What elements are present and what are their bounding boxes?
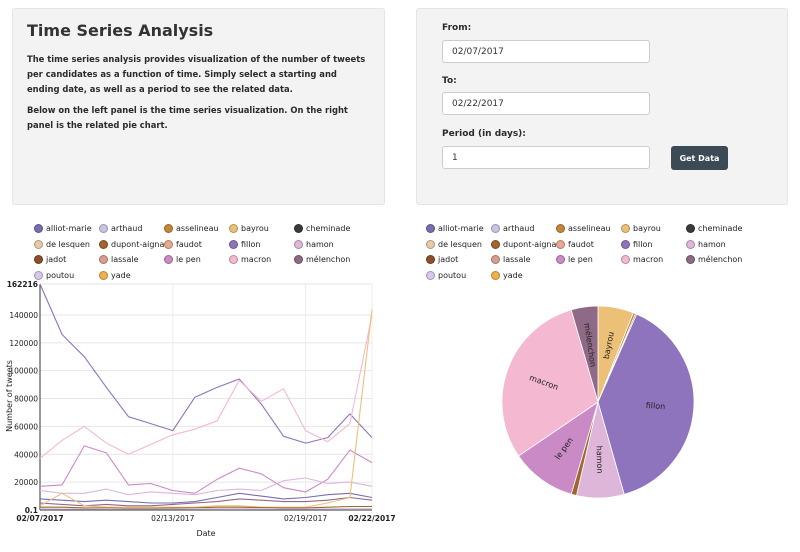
y-tick-label: 20000	[14, 478, 38, 487]
y-tick-label: 80000	[14, 395, 38, 404]
series-line-poutou[interactable]	[39, 507, 373, 510]
y-tick-label: 40000	[14, 450, 38, 459]
candidate-pie-chart: bayroufillonhamonle penmacronmélenchon	[501, 305, 695, 499]
y-axis-label: Number of tweets	[5, 360, 14, 432]
series-line-alliot-marie[interactable]	[39, 492, 373, 504]
series-line-macron[interactable]	[39, 314, 373, 459]
x-tick-label: 02/19/2017	[284, 514, 327, 523]
series-line-fillon[interactable]	[39, 283, 373, 444]
x-tick-label: 02/07/2017	[16, 514, 63, 523]
series-line-bayrou[interactable]	[39, 309, 373, 508]
x-axis-label: Date	[196, 529, 215, 538]
x-tick-label: 02/13/2017	[151, 514, 194, 523]
pie-slice-label: fillon	[645, 401, 665, 411]
x-tick-label: 02/22/2017	[348, 514, 395, 523]
time-series-line-chart: 0.12000040000600008000010000012000014000…	[5, 280, 396, 538]
y-tick-label: 162216	[7, 280, 38, 289]
y-tick-label: 60000	[14, 422, 38, 431]
pie-slice-label: hamon	[595, 446, 605, 474]
y-tick-label: 120000	[9, 339, 38, 348]
y-tick-label: 140000	[9, 311, 38, 320]
series-line-le-pen[interactable]	[39, 445, 373, 494]
